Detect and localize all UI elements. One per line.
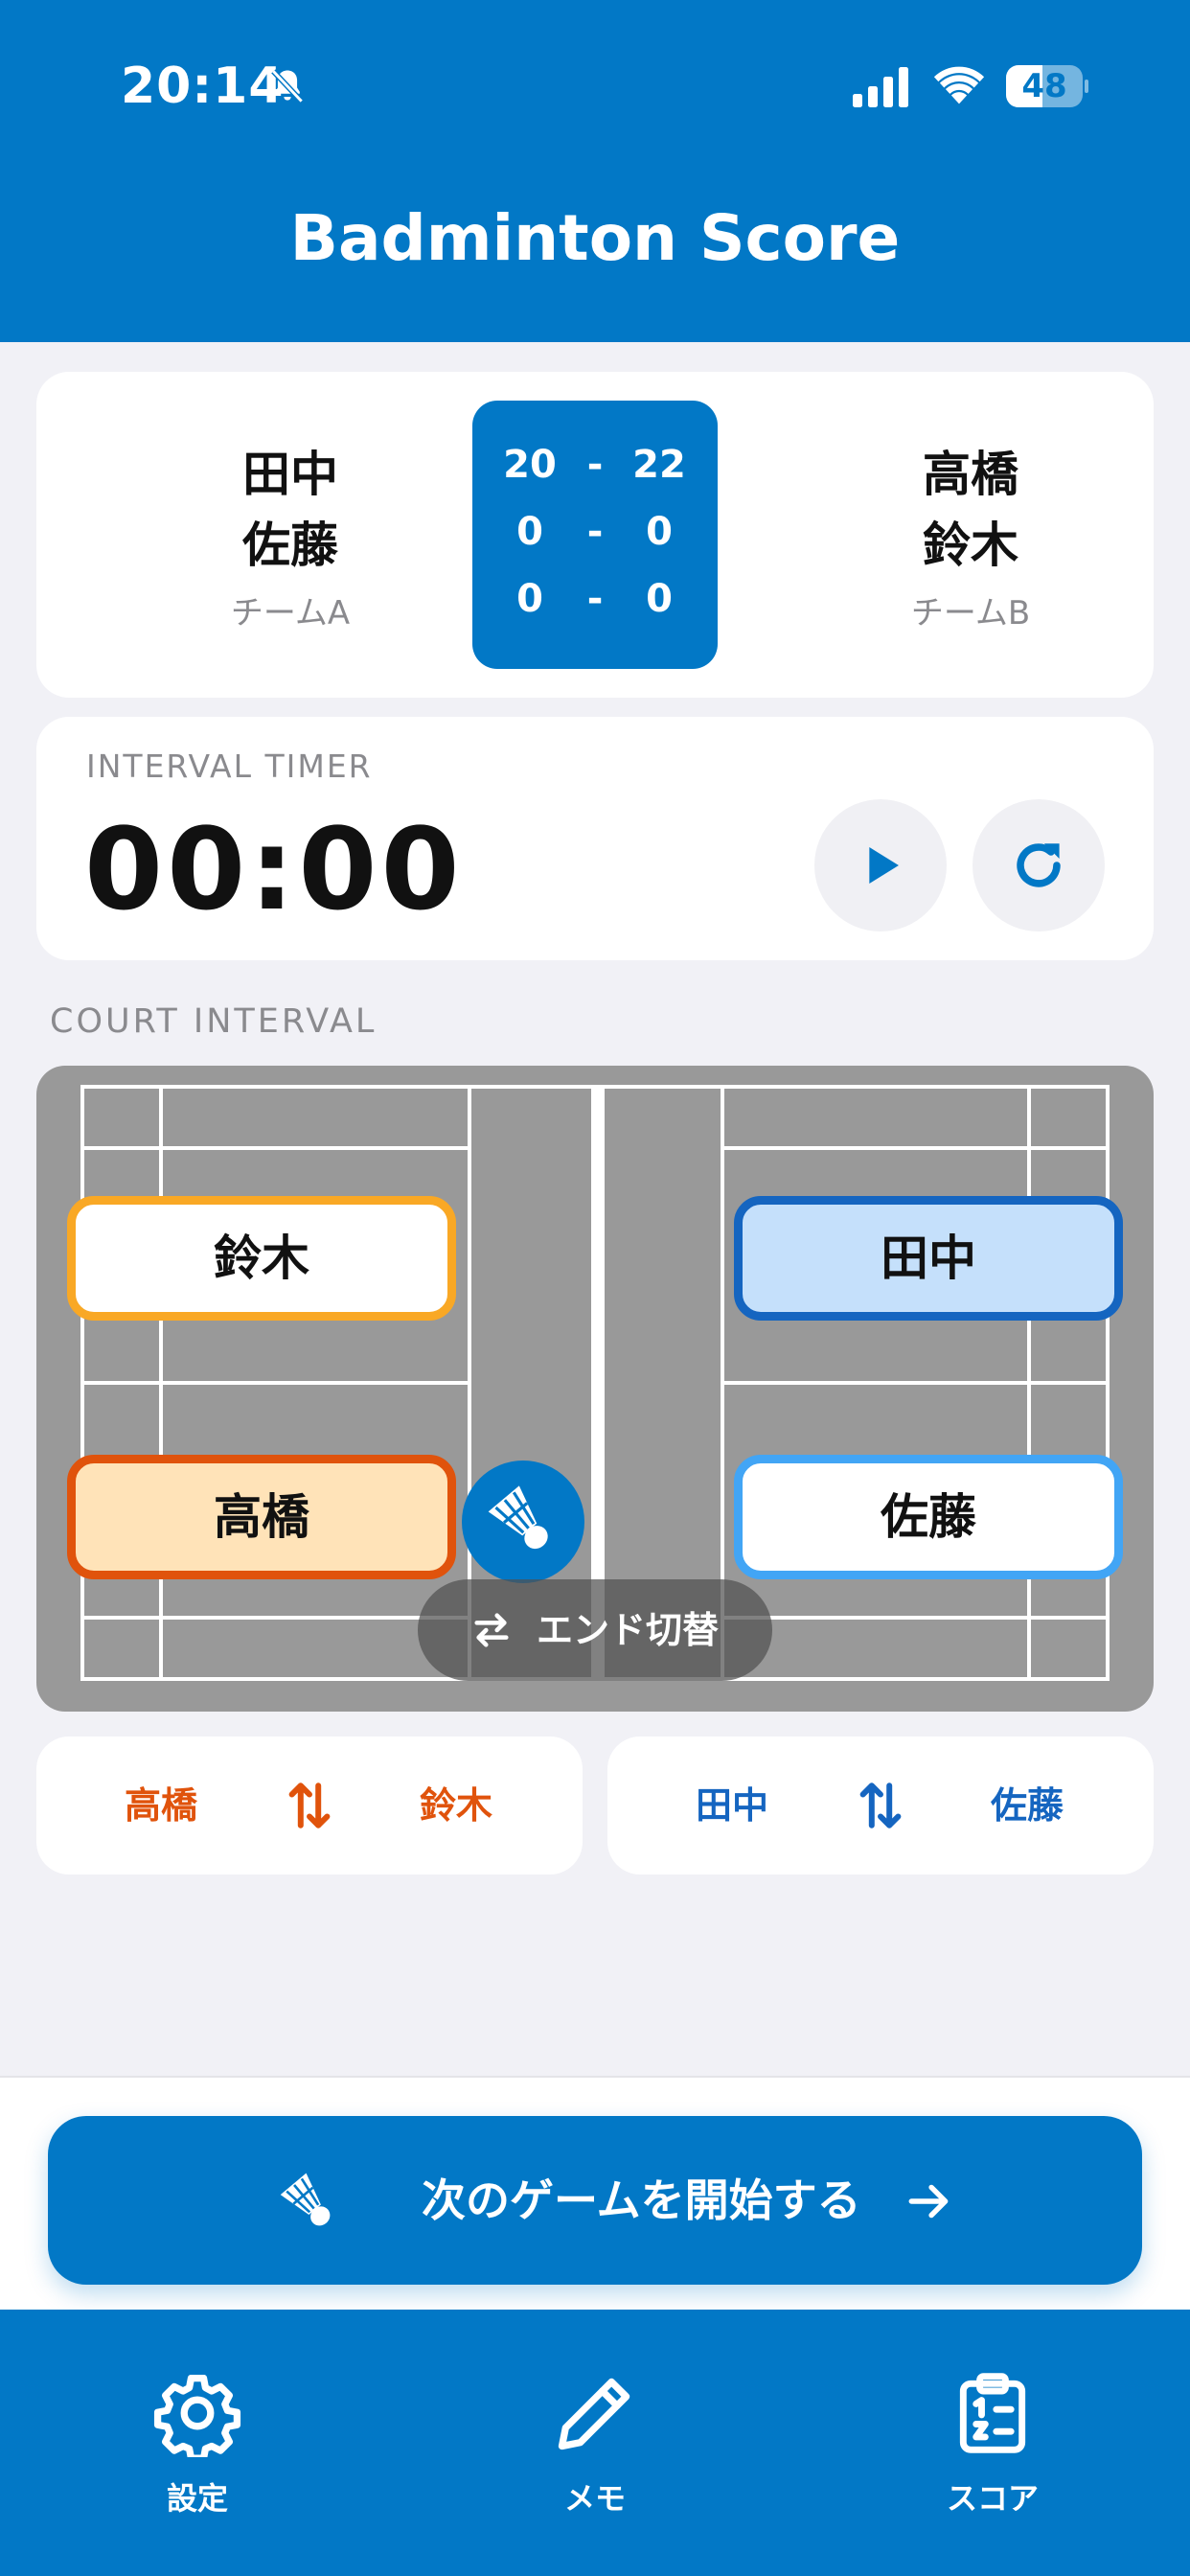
bell-muted-icon — [271, 69, 304, 104]
gear-icon — [153, 2374, 241, 2457]
score-separator: - — [586, 577, 604, 621]
game-1-score-b: 22 — [632, 443, 686, 487]
game-3-score-b: 0 — [646, 577, 673, 621]
court-player-left-top[interactable]: 鈴木 — [67, 1196, 456, 1321]
tab-settings[interactable]: 設定 — [82, 2310, 312, 2576]
swap-vertical-icon — [859, 1782, 902, 1828]
swap-team-a-player-1: 高橋 — [125, 1784, 198, 1827]
play-icon — [869, 847, 899, 884]
shuttlecock-icon — [280, 2173, 331, 2226]
refresh-icon — [1017, 843, 1061, 887]
game-3-score-a: 0 — [516, 577, 543, 621]
swap-team-b-player-1: 田中 — [696, 1784, 769, 1827]
game-2-score-b: 0 — [646, 510, 673, 554]
team-b-player-1: 高橋 — [923, 447, 1018, 502]
swap-vertical-icon — [288, 1782, 331, 1828]
tab-score[interactable]: スコア — [878, 2310, 1108, 2576]
shuttlecock-icon — [488, 1485, 548, 1550]
badminton-court: 鈴木 高橋 田中 佐藤 エンド切替 — [36, 1066, 1154, 1712]
tab-memo[interactable]: メモ — [480, 2310, 710, 2576]
court-player-right-top[interactable]: 田中 — [734, 1196, 1123, 1321]
swap-team-a-button[interactable]: 高橋 鈴木 — [36, 1736, 583, 1874]
timer-play-button[interactable] — [814, 799, 947, 932]
interval-timer-card: INTERVAL TIMER 00:00 — [36, 717, 1154, 960]
status-time: 20:14 — [121, 58, 285, 115]
game-scores: 20 - 22 0 - 0 0 - 0 — [472, 401, 718, 669]
wifi-icon — [933, 66, 985, 104]
serve-indicator[interactable] — [462, 1460, 584, 1583]
swap-team-b-player-2: 佐藤 — [991, 1784, 1064, 1827]
bottom-tab-bar: 設定 メモ スコア — [0, 2310, 1190, 2576]
game-score-row-2: 0 - 0 — [472, 510, 718, 577]
bottom-action-area: 次のゲームを開始する — [0, 2076, 1190, 2310]
game-score-row-1: 20 - 22 — [472, 443, 718, 510]
game-1-score-a: 20 — [503, 443, 557, 487]
court-player-left-bottom[interactable]: 高橋 — [67, 1455, 456, 1579]
pencil-icon — [558, 2378, 630, 2450]
timer-display: 00:00 — [84, 803, 464, 935]
app-header: 20:14 48 Badminton Score — [0, 0, 1190, 342]
team-a-player-2: 佐藤 — [242, 518, 338, 573]
arrow-right-icon — [908, 2184, 949, 2219]
timer-label: INTERVAL TIMER — [86, 748, 373, 785]
tab-score-label: スコア — [946, 2480, 1039, 2517]
clipboard-list-icon — [959, 2373, 1026, 2453]
court-player-right-bottom[interactable]: 佐藤 — [734, 1455, 1123, 1579]
timer-reset-button[interactable] — [973, 799, 1105, 932]
team-b-player-2: 鈴木 — [923, 518, 1018, 573]
start-next-game-label: 次のゲームを開始する — [422, 2174, 861, 2226]
tab-memo-label: メモ — [563, 2480, 626, 2517]
start-next-game-button[interactable]: 次のゲームを開始する — [48, 2116, 1142, 2285]
scoreboard-card: 田中 佐藤 チームA 20 - 22 0 - 0 0 - 0 高橋 鈴木 チーム… — [36, 372, 1154, 698]
swap-team-a-player-2: 鈴木 — [420, 1784, 493, 1827]
team-a-label: チームA — [230, 594, 351, 632]
game-score-row-3: 0 - 0 — [472, 577, 718, 644]
score-separator: - — [586, 443, 604, 487]
page-title: Badminton Score — [289, 201, 901, 275]
battery-indicator: 48 — [1006, 65, 1088, 107]
team-b-label: チームB — [910, 594, 1031, 632]
court-section-label: COURT INTERVAL — [50, 1002, 378, 1041]
battery-percent: 48 — [1021, 67, 1067, 105]
team-a[interactable]: 田中 佐藤 チームA — [132, 439, 448, 633]
team-b[interactable]: 高橋 鈴木 チームB — [812, 439, 1129, 633]
score-separator: - — [586, 510, 604, 554]
team-a-player-1: 田中 — [242, 447, 338, 502]
game-2-score-a: 0 — [516, 510, 543, 554]
swap-team-b-button[interactable]: 田中 佐藤 — [607, 1736, 1154, 1874]
end-switch-label: エンド切替 — [537, 1609, 720, 1651]
swap-horizontal-icon — [474, 1613, 509, 1647]
cellular-signal-icon — [853, 67, 908, 107]
end-switch-button[interactable]: エンド切替 — [418, 1579, 772, 1681]
tab-settings-label: 設定 — [166, 2480, 228, 2517]
